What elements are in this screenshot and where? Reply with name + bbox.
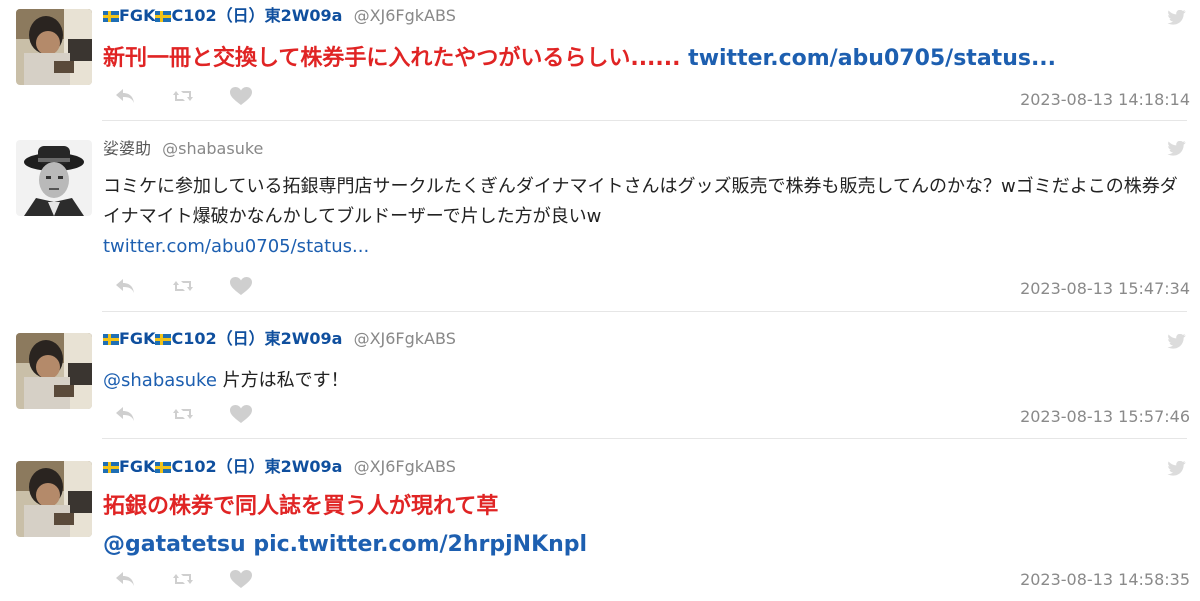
tweet-link[interactable]: twitter.com/abu0705/status... <box>688 46 1056 71</box>
divider <box>102 311 1187 312</box>
reply-icon[interactable] <box>113 569 137 589</box>
avatar[interactable] <box>16 9 92 85</box>
sweden-flag-icon <box>155 11 172 22</box>
tweet-link[interactable]: pic.twitter.com/2hrpjNKnpl <box>253 532 587 557</box>
tweet-link[interactable]: twitter.com/abu0705/status... <box>103 236 369 257</box>
sweden-flag-icon <box>103 11 119 22</box>
tweet-text: 片方は私です！ <box>216 370 349 391</box>
heart-icon[interactable] <box>229 569 253 589</box>
display-name[interactable]: FGK <box>119 329 155 348</box>
tweet-header: FGK C102（日）東2W09a @XJ6FgkABS <box>103 5 456 27</box>
screen-name[interactable]: @XJ6FgkABS <box>354 6 456 25</box>
timestamp[interactable]: 2023-08-13 14:18:14 <box>1020 90 1190 109</box>
retweet-icon[interactable] <box>171 569 195 589</box>
display-name[interactable]: 娑婆助 <box>103 139 151 158</box>
timestamp[interactable]: 2023-08-13 15:57:46 <box>1020 407 1190 426</box>
retweet-icon[interactable] <box>171 86 195 106</box>
twitter-bird-icon[interactable] <box>1167 334 1187 350</box>
timestamp[interactable]: 2023-08-13 15:47:34 <box>1020 279 1190 298</box>
tweet-body: @shabasuke 片方は私です！ <box>103 366 1183 396</box>
display-name[interactable]: FGK <box>119 6 155 25</box>
display-name[interactable]: FGK <box>119 457 155 476</box>
display-name-rest[interactable]: C102（日）東2W09a <box>171 457 342 476</box>
tweet-body: コミケに参加している拓銀専門店サークルたくぎんダイナマイトさんはグッズ販売で株券… <box>103 172 1183 262</box>
display-name-rest[interactable]: C102（日）東2W09a <box>171 329 342 348</box>
tweet-header: 娑婆助 @shabasuke <box>103 138 263 160</box>
tweet-text: 拓銀の株券で同人誌を買う人が現れて草 <box>103 494 499 519</box>
reply-icon[interactable] <box>113 276 137 296</box>
mention-link[interactable]: @shabasuke <box>103 370 217 391</box>
twitter-bird-icon[interactable] <box>1167 141 1187 157</box>
tweet-actions <box>113 85 287 107</box>
tweet-actions <box>113 275 287 297</box>
avatar[interactable] <box>16 333 92 409</box>
mention-link[interactable]: @gatatetsu <box>103 532 246 557</box>
avatar[interactable] <box>16 140 92 216</box>
display-name-rest[interactable]: C102（日）東2W09a <box>171 6 342 25</box>
screen-name[interactable]: @shabasuke <box>162 139 263 158</box>
tweet-body: 拓銀の株券で同人誌を買う人が現れて草 @gatatetsu pic.twitte… <box>103 488 1183 564</box>
heart-icon[interactable] <box>229 276 253 296</box>
timestamp[interactable]: 2023-08-13 14:58:35 <box>1020 570 1190 589</box>
heart-icon[interactable] <box>229 404 253 424</box>
sweden-flag-icon <box>155 462 172 473</box>
tweet-actions <box>113 568 287 590</box>
screen-name[interactable]: @XJ6FgkABS <box>354 457 456 476</box>
heart-icon[interactable] <box>229 86 253 106</box>
tweet-text: コミケに参加している拓銀専門店サークルたくぎんダイナマイトさんはグッズ販売で株券… <box>103 176 1178 227</box>
divider <box>102 438 1187 439</box>
sweden-flag-icon <box>155 334 172 345</box>
tweet-text: 新刊一冊と交換して株券手に入れたやつがいるらしい...... <box>103 46 681 71</box>
tweet-actions <box>113 403 287 425</box>
twitter-bird-icon[interactable] <box>1167 461 1187 477</box>
tweet-header: FGK C102（日）東2W09a @XJ6FgkABS <box>103 456 456 478</box>
divider <box>102 120 1187 121</box>
screen-name[interactable]: @XJ6FgkABS <box>354 329 456 348</box>
tweet-body: 新刊一冊と交換して株券手に入れたやつがいるらしい...... twitter.c… <box>103 40 1183 78</box>
reply-icon[interactable] <box>113 86 137 106</box>
retweet-icon[interactable] <box>171 404 195 424</box>
reply-icon[interactable] <box>113 404 137 424</box>
avatar[interactable] <box>16 461 92 537</box>
sweden-flag-icon <box>103 462 119 473</box>
retweet-icon[interactable] <box>171 276 195 296</box>
sweden-flag-icon <box>103 334 119 345</box>
tweet-header: FGK C102（日）東2W09a @XJ6FgkABS <box>103 328 456 350</box>
twitter-bird-icon[interactable] <box>1167 10 1187 26</box>
